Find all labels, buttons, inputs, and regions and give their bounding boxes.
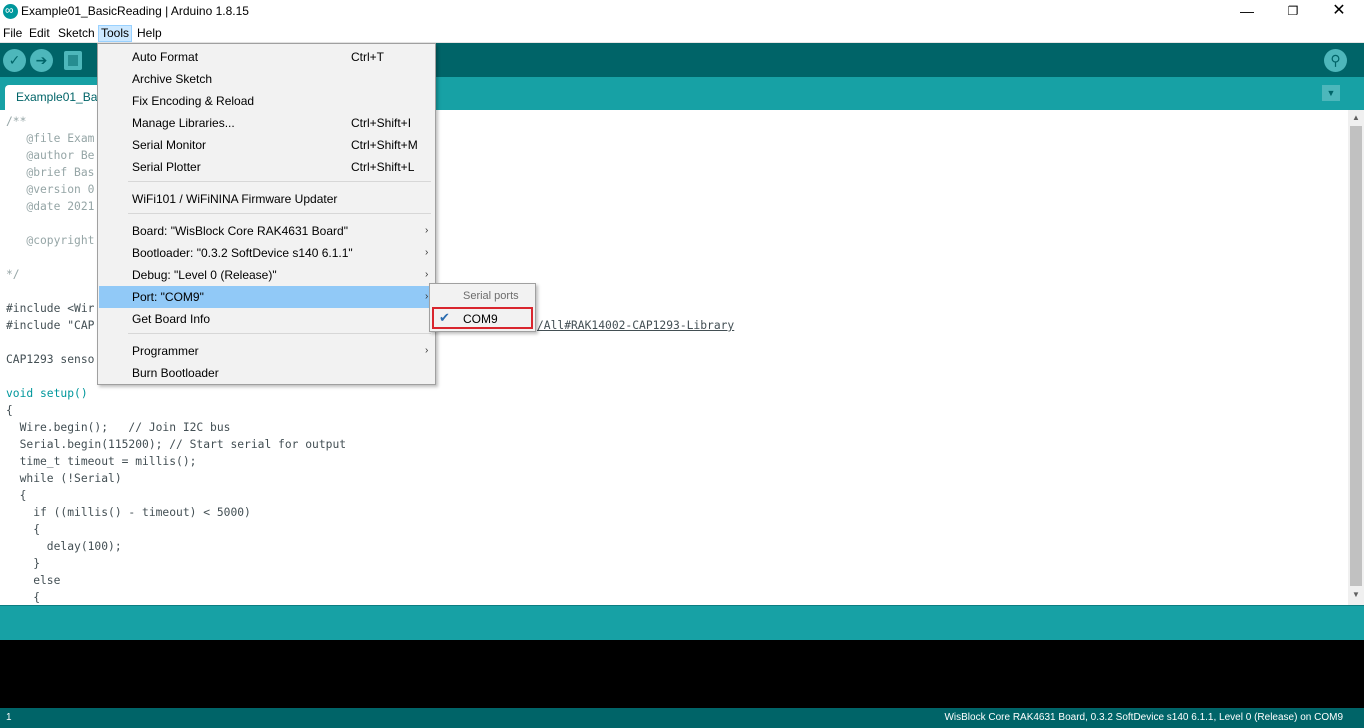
check-icon: ✓ bbox=[8, 52, 21, 68]
code-line: while (!Serial) bbox=[6, 472, 122, 485]
code-line: void setup() bbox=[6, 387, 88, 400]
tools-menu: Auto Format Ctrl+T Archive Sketch Fix En… bbox=[97, 43, 436, 385]
code-line: #include <Wir bbox=[6, 302, 95, 315]
code-line: @copyright bbox=[6, 234, 95, 247]
code-line: #include "CAP bbox=[6, 319, 95, 332]
port-submenu: Serial ports ✔ COM9 bbox=[429, 283, 536, 332]
code-line: @version 0 bbox=[6, 183, 95, 196]
code-line: /** bbox=[6, 115, 27, 128]
arrow-right-icon: ➔ bbox=[35, 52, 48, 68]
serial-monitor-button[interactable]: ⚲ bbox=[1324, 49, 1347, 72]
menu-item-programmer[interactable]: Programmer › bbox=[99, 340, 434, 362]
code-line: else bbox=[6, 574, 61, 587]
code-line: { bbox=[6, 489, 27, 502]
magnifier-icon: ⚲ bbox=[1330, 52, 1341, 68]
scroll-down-icon[interactable]: ▼ bbox=[1348, 588, 1364, 602]
arduino-logo-icon bbox=[3, 3, 18, 19]
menu-item-burn-bootloader[interactable]: Burn Bootloader bbox=[99, 362, 434, 384]
tab-menu-button[interactable]: ▼ bbox=[1322, 85, 1340, 101]
menu-item-archive-sketch[interactable]: Archive Sketch bbox=[99, 68, 434, 90]
submenu-arrow-icon: › bbox=[425, 247, 429, 258]
code-line: @author Be bbox=[6, 149, 95, 162]
code-line: Wire.begin(); // Join I2C bus bbox=[6, 421, 231, 434]
menu-item-get-board-info[interactable]: Get Board Info bbox=[99, 308, 434, 330]
board-status: WisBlock Core RAK4631 Board, 0.3.2 SoftD… bbox=[944, 712, 1343, 723]
console-output bbox=[0, 640, 1364, 708]
submenu-arrow-icon: › bbox=[425, 225, 429, 236]
code-line: @file Exam bbox=[6, 132, 95, 145]
serial-ports-header: Serial ports bbox=[463, 290, 519, 302]
menu-bar: File Edit Sketch Tools Help bbox=[0, 24, 1364, 43]
menu-item-fix-encoding[interactable]: Fix Encoding & Reload bbox=[99, 90, 434, 112]
menu-item-debug[interactable]: Debug: "Level 0 (Release)" › bbox=[99, 264, 434, 286]
code-line: delay(100); bbox=[6, 540, 122, 553]
menu-item-port[interactable]: Port: "COM9" › bbox=[99, 286, 434, 308]
editor-scrollbar[interactable]: ▲ ▼ bbox=[1348, 110, 1364, 605]
checkmark-icon: ✔ bbox=[439, 310, 450, 325]
verify-button[interactable]: ✓ bbox=[3, 49, 26, 72]
new-sketch-button[interactable] bbox=[64, 51, 82, 70]
code-line: { bbox=[6, 591, 41, 604]
submenu-arrow-icon: › bbox=[425, 345, 429, 356]
code-line: Serial.begin(115200); // Start serial fo… bbox=[6, 438, 347, 451]
code-line: */ bbox=[6, 268, 20, 281]
menu-item-bootloader[interactable]: Bootloader: "0.3.2 SoftDevice s140 6.1.1… bbox=[99, 242, 434, 264]
close-button[interactable]: ✕ bbox=[1316, 0, 1362, 24]
code-line: { bbox=[6, 523, 41, 536]
line-number: 1 bbox=[6, 712, 12, 723]
menu-item-board[interactable]: Board: "WisBlock Core RAK4631 Board" › bbox=[99, 220, 434, 242]
menu-sketch[interactable]: Sketch bbox=[56, 25, 97, 42]
minimize-button[interactable]: — bbox=[1224, 0, 1270, 24]
menu-separator bbox=[128, 181, 431, 182]
menu-file[interactable]: File bbox=[1, 25, 24, 42]
menu-item-firmware-updater[interactable]: WiFi101 / WiFiNINA Firmware Updater bbox=[99, 188, 434, 210]
scrollbar-thumb[interactable] bbox=[1350, 126, 1362, 586]
submenu-arrow-icon: › bbox=[425, 269, 429, 280]
menu-separator bbox=[128, 333, 431, 334]
menu-item-serial-monitor[interactable]: Serial Monitor Ctrl+Shift+M bbox=[99, 134, 434, 156]
code-line: time_t timeout = millis(); bbox=[6, 455, 197, 468]
menu-tools[interactable]: Tools bbox=[98, 25, 133, 42]
code-line: @date 2021 bbox=[6, 200, 95, 213]
code-line: @brief Bas bbox=[6, 166, 95, 179]
menu-item-auto-format[interactable]: Auto Format Ctrl+T bbox=[99, 46, 434, 68]
message-area bbox=[0, 605, 1364, 640]
restore-button[interactable]: ❐ bbox=[1270, 0, 1316, 24]
code-line: } bbox=[6, 557, 41, 570]
port-com9-item[interactable]: ✔ COM9 bbox=[432, 307, 533, 329]
menu-item-manage-libraries[interactable]: Manage Libraries... Ctrl+Shift+I bbox=[99, 112, 434, 134]
menu-help[interactable]: Help bbox=[135, 25, 164, 42]
code-line: if ((millis() - timeout) < 5000) bbox=[6, 506, 251, 519]
code-line: { bbox=[6, 404, 13, 417]
code-line: CAP1293 senso bbox=[6, 353, 95, 366]
port-com9-label: COM9 bbox=[463, 312, 498, 326]
menu-edit[interactable]: Edit bbox=[27, 25, 52, 42]
upload-button[interactable]: ➔ bbox=[30, 49, 53, 72]
menu-item-serial-plotter[interactable]: Serial Plotter Ctrl+Shift+L bbox=[99, 156, 434, 178]
title-bar: Example01_BasicReading | Arduino 1.8.15 … bbox=[0, 0, 1364, 24]
submenu-arrow-icon: › bbox=[425, 291, 429, 302]
window-title: Example01_BasicReading | Arduino 1.8.15 bbox=[21, 4, 249, 18]
scroll-up-icon[interactable]: ▲ bbox=[1348, 111, 1364, 125]
status-bar: 1 WisBlock Core RAK4631 Board, 0.3.2 Sof… bbox=[0, 708, 1364, 728]
code-link[interactable]: /All#RAK14002-CAP1293-Library bbox=[537, 317, 734, 334]
menu-separator bbox=[128, 213, 431, 214]
